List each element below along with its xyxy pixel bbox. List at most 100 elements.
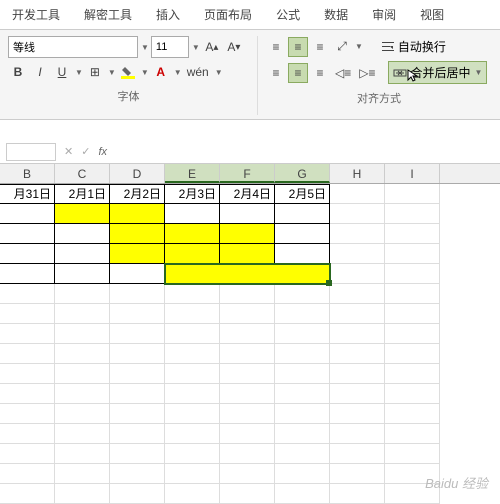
merged-selection[interactable] — [165, 264, 330, 284]
cell[interactable] — [165, 204, 220, 224]
cell[interactable] — [385, 264, 440, 284]
cell[interactable] — [0, 224, 55, 244]
cell[interactable] — [385, 224, 440, 244]
chevron-down-icon[interactable]: ▼ — [474, 68, 482, 77]
col-header[interactable]: D — [110, 164, 165, 183]
cell[interactable] — [330, 204, 385, 224]
tab-insert[interactable]: 插入 — [152, 4, 184, 25]
merge-center-button[interactable]: 合并后居中 ▼ — [388, 61, 487, 84]
cell[interactable] — [55, 224, 110, 244]
formula-bar: ✕ ✓ fx — [0, 140, 500, 164]
cell[interactable] — [55, 204, 110, 224]
decrease-indent-icon[interactable]: ◁≡ — [332, 63, 354, 83]
name-box[interactable] — [6, 143, 56, 161]
tab-devtools[interactable]: 开发工具 — [8, 4, 64, 25]
font-group-label: 字体 — [8, 88, 249, 104]
cell[interactable]: 2月4日 — [220, 184, 275, 204]
orientation-icon[interactable]: ⤢ — [332, 37, 352, 57]
align-center-icon[interactable]: ≡ — [288, 63, 308, 83]
tab-formulas[interactable]: 公式 — [272, 4, 304, 25]
align-middle-icon[interactable]: ≡ — [288, 37, 308, 57]
ribbon-tabs: 开发工具 解密工具 插入 页面布局 公式 数据 审阅 视图 — [0, 0, 500, 30]
cell[interactable] — [55, 264, 110, 284]
cell[interactable] — [275, 204, 330, 224]
cell[interactable] — [0, 204, 55, 224]
col-header[interactable]: I — [385, 164, 440, 183]
tab-review[interactable]: 审阅 — [368, 4, 400, 25]
underline-button[interactable]: U — [52, 62, 72, 82]
cancel-icon[interactable]: ✕ — [64, 145, 73, 158]
tab-data[interactable]: 数据 — [320, 4, 352, 25]
chevron-down-icon[interactable]: ▼ — [192, 43, 200, 52]
col-header[interactable]: H — [330, 164, 385, 183]
cursor-icon — [406, 68, 420, 82]
cell[interactable] — [110, 264, 165, 284]
cell[interactable] — [110, 244, 165, 264]
increase-font-icon[interactable]: A▴ — [202, 37, 222, 57]
cell[interactable] — [110, 224, 165, 244]
increase-indent-icon[interactable]: ▷≡ — [356, 63, 378, 83]
col-header[interactable]: F — [220, 164, 275, 183]
chevron-down-icon[interactable]: ▼ — [355, 42, 363, 51]
italic-button[interactable]: I — [30, 62, 50, 82]
cell[interactable] — [110, 204, 165, 224]
decrease-font-icon[interactable]: A▾ — [224, 37, 244, 57]
col-header[interactable]: E — [165, 164, 220, 183]
tab-view[interactable]: 视图 — [416, 4, 448, 25]
cell[interactable] — [165, 224, 220, 244]
watermark: Baidu 经验 — [425, 473, 488, 492]
cell[interactable] — [275, 224, 330, 244]
cell[interactable] — [165, 244, 220, 264]
chevron-down-icon[interactable]: ▼ — [75, 68, 83, 77]
font-color-button[interactable]: A — [151, 62, 171, 82]
cell[interactable] — [330, 184, 385, 204]
tab-decrypt[interactable]: 解密工具 — [80, 4, 136, 25]
confirm-icon[interactable]: ✓ — [81, 145, 90, 158]
cell[interactable]: 2月5日 — [275, 184, 330, 204]
col-header[interactable]: C — [55, 164, 110, 183]
cell[interactable] — [220, 224, 275, 244]
border-button[interactable]: ⊞ — [85, 62, 105, 82]
cell[interactable] — [330, 264, 385, 284]
align-right-icon[interactable]: ≡ — [310, 63, 330, 83]
chevron-down-icon[interactable]: ▼ — [174, 68, 182, 77]
phonetic-button[interactable]: wén — [184, 62, 212, 82]
cell[interactable] — [385, 244, 440, 264]
font-size-select[interactable] — [151, 36, 189, 58]
cell[interactable] — [220, 244, 275, 264]
cell[interactable]: 2月2日 — [110, 184, 165, 204]
cell[interactable] — [55, 244, 110, 264]
fx-icon[interactable]: fx — [98, 146, 107, 158]
fill-color-button[interactable] — [118, 62, 138, 82]
bold-button[interactable]: B — [8, 62, 28, 82]
alignment-group: ≡ ≡ ≡ ⤢ ▼ 自动换行 ≡ ≡ ≡ ◁≡ ▷≡ 合并后居中 ▼ 对齐方式 — [258, 36, 492, 115]
wrap-icon — [381, 40, 395, 54]
align-left-icon[interactable]: ≡ — [266, 63, 286, 83]
font-name-select[interactable] — [8, 36, 138, 58]
cell[interactable] — [385, 204, 440, 224]
wrap-text-button[interactable]: 自动换行 — [377, 36, 450, 57]
align-top-icon[interactable]: ≡ — [266, 37, 286, 57]
cell[interactable]: 2月3日 — [165, 184, 220, 204]
cell[interactable] — [330, 224, 385, 244]
cell[interactable] — [220, 204, 275, 224]
cell[interactable]: 2月1日 — [55, 184, 110, 204]
chevron-down-icon[interactable]: ▼ — [215, 68, 223, 77]
cell[interactable]: 月31日 — [0, 184, 55, 204]
ribbon: ▼ ▼ A▴ A▾ B I U ▼ ⊞ ▼ ▼ A ▼ wén ▼ 字体 ≡ ≡… — [0, 30, 500, 120]
col-header[interactable]: B — [0, 164, 55, 183]
cell[interactable] — [385, 184, 440, 204]
chevron-down-icon[interactable]: ▼ — [141, 43, 149, 52]
font-group: ▼ ▼ A▴ A▾ B I U ▼ ⊞ ▼ ▼ A ▼ wén ▼ 字体 — [8, 36, 258, 115]
chevron-down-icon[interactable]: ▼ — [108, 68, 116, 77]
cell[interactable] — [330, 244, 385, 264]
cell[interactable] — [275, 244, 330, 264]
align-bottom-icon[interactable]: ≡ — [310, 37, 330, 57]
cell[interactable] — [0, 264, 55, 284]
col-header[interactable]: G — [275, 164, 330, 183]
spreadsheet: B C D E F G H I 月31日 2月1日 2月2日 2月3日 2月4日… — [0, 164, 500, 504]
chevron-down-icon[interactable]: ▼ — [141, 68, 149, 77]
cell[interactable] — [0, 244, 55, 264]
grid[interactable]: 月31日 2月1日 2月2日 2月3日 2月4日 2月5日 — [0, 184, 500, 504]
tab-pagelayout[interactable]: 页面布局 — [200, 4, 256, 25]
